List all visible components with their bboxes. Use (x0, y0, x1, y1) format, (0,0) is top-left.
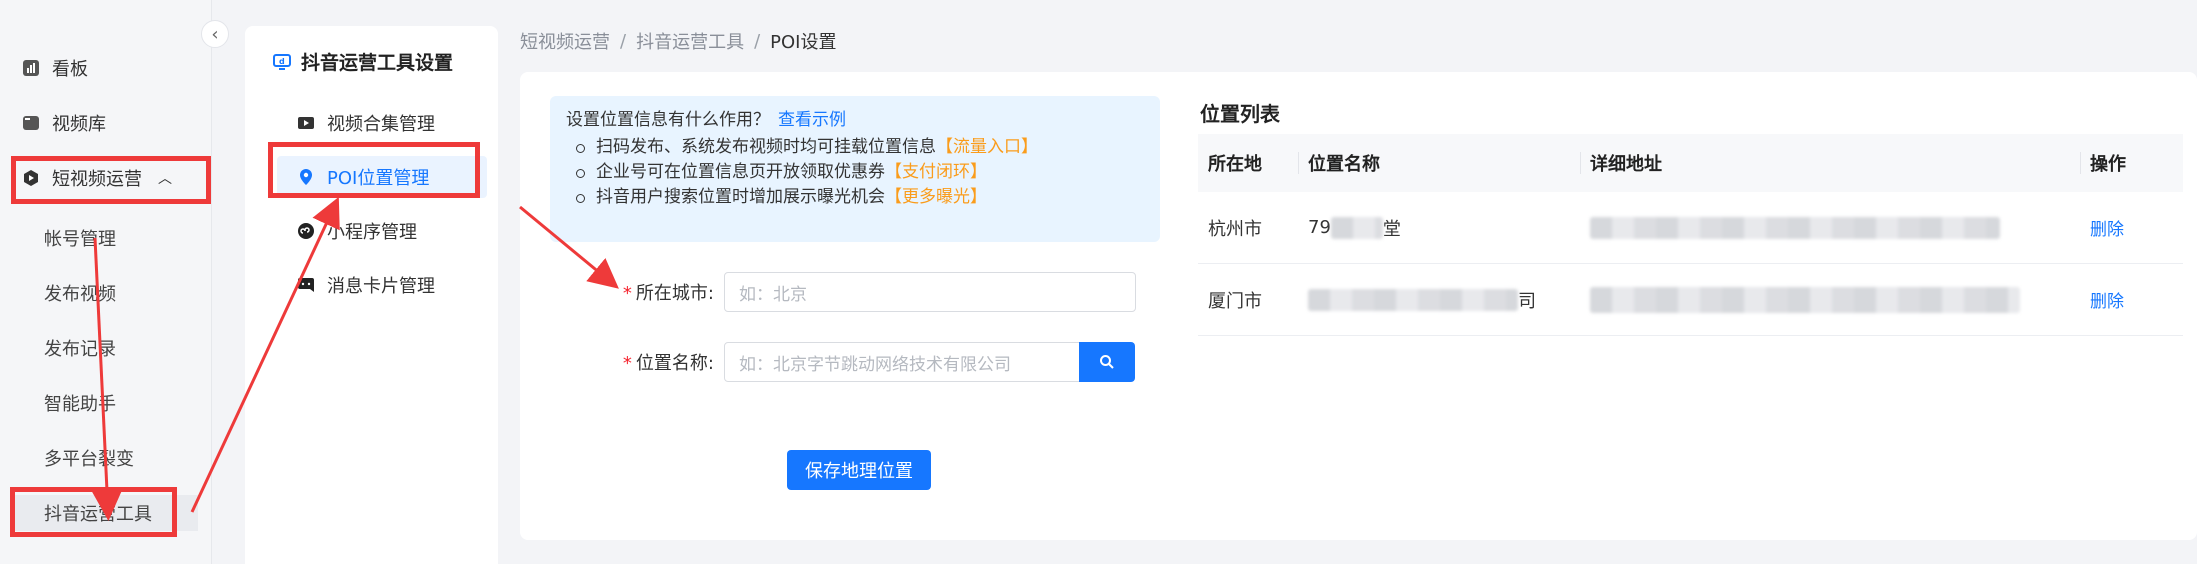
poi-settings-main: 设置位置信息有什么作用？ 查看示例 扫码发布、系统发布视频时均可挂载位置信息【流量… (520, 72, 2197, 540)
panel-title: d 抖音运营工具设置 (273, 48, 453, 75)
list-item: 抖音用户搜索位置时增加展示曝光机会【更多曝光】 (566, 185, 1144, 210)
sidebar-item-account[interactable]: 帐号管理 (44, 220, 116, 256)
left-sidebar: 看板 视频库 短视频运营 ︿ 帐号管理 发布视频 发布记录 智能助手 多平台裂变… (0, 0, 212, 564)
breadcrumb-item[interactable]: 抖音运营工具 (636, 28, 744, 54)
mini-program-icon (297, 222, 315, 240)
sidebar-item-label: 视频库 (52, 114, 106, 135)
sidebar-item-publish-video[interactable]: 发布视频 (44, 275, 116, 311)
message-card-icon (297, 276, 315, 294)
city-form-row: * 所在城市: 如：北京 (600, 272, 1136, 312)
location-list-title: 位置列表 (1200, 102, 1280, 126)
info-box: 设置位置信息有什么作用？ 查看示例 扫码发布、系统发布视频时均可挂载位置信息【流量… (550, 96, 1160, 242)
city-input[interactable]: 如：北京 (724, 272, 1136, 312)
delete-link[interactable]: 删除 (2090, 287, 2124, 312)
search-icon (1100, 355, 1114, 369)
table-row: 厦门市 司 删除 (1198, 264, 2183, 336)
list-item: 扫码发布、系统发布视频时均可挂载位置信息【流量入口】 (566, 135, 1144, 160)
collection-icon (297, 114, 315, 132)
view-example-link[interactable]: 查看示例 (778, 110, 846, 130)
tab-message-card[interactable]: 消息卡片管理 (297, 264, 487, 306)
sidebar-item-video-library[interactable]: 视频库 (22, 105, 106, 141)
tools-settings-panel: d 抖音运营工具设置 视频合集管理 POI位置管理 小程序管理 消息卡片管理 (245, 26, 498, 564)
highlight-box-poi (268, 142, 480, 198)
highlight-box-douyin-tools (10, 487, 177, 537)
save-location-button[interactable]: 保存地理位置 (787, 450, 931, 490)
table-header: 所在地 位置名称 详细地址 操作 (1198, 134, 2183, 192)
sidebar-item-multi-platform[interactable]: 多平台裂变 (44, 440, 134, 476)
sidebar-item-publish-record[interactable]: 发布记录 (44, 330, 116, 366)
highlight-box-short-video (11, 156, 211, 204)
settings-monitor-icon: d (273, 53, 291, 71)
table-row: 杭州市 79 堂 删除 (1198, 192, 2183, 264)
breadcrumb: 短视频运营 / 抖音运营工具 / POI设置 (520, 28, 837, 54)
svg-text:d: d (279, 57, 285, 66)
list-item: 企业号可在位置信息页开放领取优惠券【支付闭环】 (566, 160, 1144, 185)
tab-mini-program[interactable]: 小程序管理 (297, 210, 487, 252)
breadcrumb-item[interactable]: 短视频运营 (520, 28, 610, 54)
sidebar-item-smart-assistant[interactable]: 智能助手 (44, 385, 116, 421)
delete-link[interactable]: 删除 (2090, 215, 2124, 240)
name-form-row: * 位置名称: 如：北京字节跳动网络技术有限公司 (600, 342, 1135, 382)
chart-icon (22, 59, 40, 77)
location-name-input[interactable]: 如：北京字节跳动网络技术有限公司 (724, 342, 1080, 382)
sidebar-item-label: 看板 (52, 59, 88, 80)
info-question: 设置位置信息有什么作用？ (566, 110, 770, 130)
info-list: 扫码发布、系统发布视频时均可挂载位置信息【流量入口】 企业号可在位置信息页开放领… (566, 135, 1144, 210)
breadcrumb-current: POI设置 (770, 32, 837, 53)
video-library-icon (22, 114, 40, 132)
sidebar-item-dashboard[interactable]: 看板 (22, 50, 88, 86)
city-label: * 所在城市: (622, 283, 714, 304)
tab-video-collection[interactable]: 视频合集管理 (297, 102, 487, 144)
collapse-sidebar-button[interactable]: ‹ (201, 20, 229, 48)
search-button[interactable] (1079, 342, 1135, 382)
chevron-left-icon: ‹ (211, 23, 219, 45)
location-table: 所在地 位置名称 详细地址 操作 杭州市 79 堂 删除 厦门市 司 删除 (1198, 134, 2183, 336)
name-label: * 位置名称: (622, 353, 714, 374)
